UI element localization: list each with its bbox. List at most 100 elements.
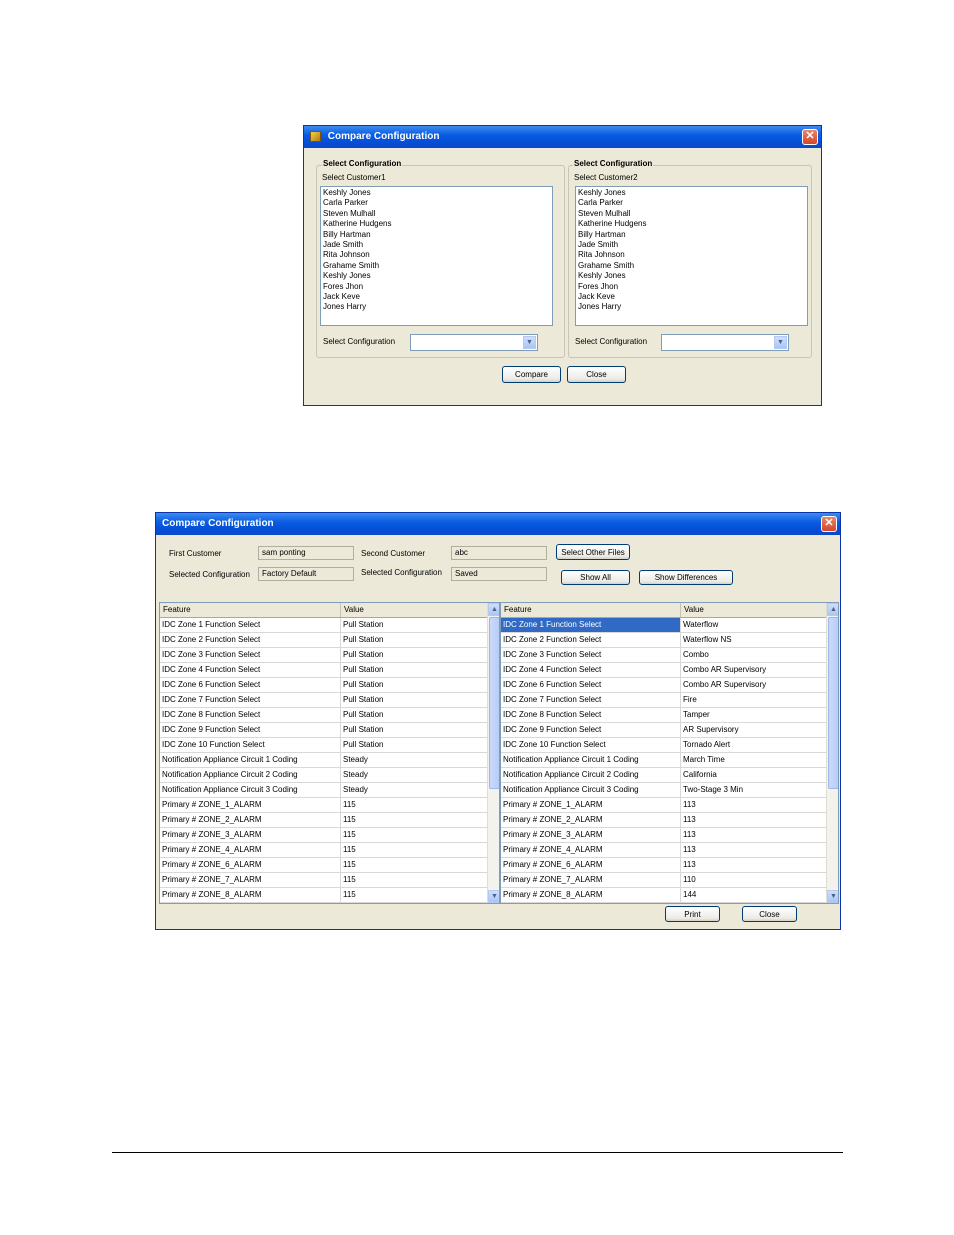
- customer-list-item[interactable]: Keshly Jones: [321, 188, 552, 198]
- table-row[interactable]: Primary # ZONE_4_ALARM 113: [501, 843, 827, 858]
- table-row[interactable]: Primary # ZONE_3_ALARM 115: [160, 828, 488, 843]
- chevron-down-icon[interactable]: ▼: [774, 336, 787, 349]
- customer-list-item[interactable]: Jade Smith: [576, 240, 807, 250]
- table-row[interactable]: IDC Zone 6 Function Select Pull Station: [160, 678, 488, 693]
- customer-list-item[interactable]: Fores Jhon: [576, 282, 807, 292]
- customer-list-item[interactable]: Katherine Hudgens: [576, 219, 807, 229]
- table-row[interactable]: IDC Zone 1 Function Select Waterflow: [501, 618, 827, 633]
- scroll-down-icon[interactable]: ▼: [827, 890, 838, 903]
- table-row[interactable]: Primary # ZONE_3_ALARM 113: [501, 828, 827, 843]
- table-row[interactable]: Primary # ZONE_7_ALARM 115: [160, 873, 488, 888]
- table-row[interactable]: Primary # ZONE_6_ALARM 115: [160, 858, 488, 873]
- table-row[interactable]: Notification Appliance Circuit 3 Coding S…: [160, 783, 488, 798]
- print-button[interactable]: Print: [665, 906, 720, 922]
- table-row[interactable]: IDC Zone 4 Function Select Pull Station: [160, 663, 488, 678]
- table-row[interactable]: IDC Zone 3 Function Select Combo: [501, 648, 827, 663]
- right-grid-scrollbar[interactable]: ▲ ▼: [826, 603, 838, 903]
- customer2-listbox[interactable]: Keshly Jones Carla Parker Steven Mulhall Ka…: [575, 186, 808, 326]
- value-cell: California: [681, 768, 827, 782]
- customer-list-item[interactable]: Jones Harry: [321, 302, 552, 312]
- customer-list-item[interactable]: Rita Johnson: [321, 250, 552, 260]
- dialog1-titlebar[interactable]: Compare Configuration ✕: [304, 126, 821, 148]
- left-config-combo[interactable]: ▼: [410, 334, 538, 351]
- select-other-files-button[interactable]: Select Other Files: [556, 544, 630, 560]
- customer-list-item[interactable]: Grahame Smith: [321, 261, 552, 271]
- scroll-up-icon[interactable]: ▲: [827, 603, 838, 616]
- table-row[interactable]: IDC Zone 3 Function Select Pull Station: [160, 648, 488, 663]
- close-button[interactable]: Close: [742, 906, 797, 922]
- right-config-grid[interactable]: Feature Value IDC Zone 1 Function Select…: [500, 602, 839, 904]
- customer-list-item[interactable]: Jack Keve: [576, 292, 807, 302]
- customer-list-item[interactable]: Billy Hartman: [576, 230, 807, 240]
- table-row[interactable]: Notification Appliance Circuit 2 Coding C…: [501, 768, 827, 783]
- selected-config-field-2: Saved: [451, 567, 547, 581]
- customer-list-item[interactable]: Steven Mulhall: [321, 209, 552, 219]
- dialog2-close-icon[interactable]: ✕: [821, 516, 837, 532]
- customer-list-item[interactable]: Carla Parker: [321, 198, 552, 208]
- scroll-thumb[interactable]: [489, 617, 499, 789]
- table-row[interactable]: Notification Appliance Circuit 3 Coding T…: [501, 783, 827, 798]
- table-row[interactable]: IDC Zone 8 Function Select Tamper: [501, 708, 827, 723]
- left-config-grid[interactable]: Feature Value IDC Zone 1 Function Select…: [159, 602, 500, 904]
- table-row[interactable]: IDC Zone 7 Function Select Fire: [501, 693, 827, 708]
- table-row[interactable]: IDC Zone 7 Function Select Pull Station: [160, 693, 488, 708]
- customer-list-item[interactable]: Grahame Smith: [576, 261, 807, 271]
- scroll-down-icon[interactable]: ▼: [488, 890, 499, 903]
- feature-column-header[interactable]: Feature: [501, 603, 681, 617]
- feature-cell: IDC Zone 8 Function Select: [160, 708, 341, 722]
- table-row[interactable]: IDC Zone 10 Function Select Tornado Alert: [501, 738, 827, 753]
- table-row[interactable]: IDC Zone 8 Function Select Pull Station: [160, 708, 488, 723]
- table-row[interactable]: IDC Zone 6 Function Select Combo AR Super…: [501, 678, 827, 693]
- customer-list-item[interactable]: Keshly Jones: [576, 188, 807, 198]
- table-row[interactable]: Primary # ZONE_6_ALARM 113: [501, 858, 827, 873]
- close-button[interactable]: Close: [567, 366, 626, 383]
- table-row[interactable]: Primary # ZONE_1_ALARM 115: [160, 798, 488, 813]
- table-row[interactable]: IDC Zone 2 Function Select Pull Station: [160, 633, 488, 648]
- table-row[interactable]: Notification Appliance Circuit 1 Coding S…: [160, 753, 488, 768]
- table-row[interactable]: Primary # ZONE_7_ALARM 110: [501, 873, 827, 888]
- scroll-up-icon[interactable]: ▲: [488, 603, 499, 616]
- customer-list-item[interactable]: Katherine Hudgens: [321, 219, 552, 229]
- scroll-thumb[interactable]: [828, 617, 838, 789]
- customer1-listbox[interactable]: Keshly Jones Carla Parker Steven Mulhall Ka…: [320, 186, 553, 326]
- table-row[interactable]: IDC Zone 9 Function Select Pull Station: [160, 723, 488, 738]
- feature-cell: Primary # ZONE_8_ALARM: [160, 888, 341, 902]
- customer-list-item[interactable]: Jade Smith: [321, 240, 552, 250]
- value-cell: Two-Stage 3 Min: [681, 783, 827, 797]
- compare-button[interactable]: Compare: [502, 366, 561, 383]
- customer-list-item[interactable]: Steven Mulhall: [576, 209, 807, 219]
- table-row[interactable]: IDC Zone 4 Function Select Combo AR Super…: [501, 663, 827, 678]
- customer-list-item[interactable]: Billy Hartman: [321, 230, 552, 240]
- table-row[interactable]: Notification Appliance Circuit 1 Coding M…: [501, 753, 827, 768]
- table-row[interactable]: Primary # ZONE_2_ALARM 113: [501, 813, 827, 828]
- feature-cell: Notification Appliance Circuit 2 Coding: [160, 768, 341, 782]
- dialog2-titlebar[interactable]: Compare Configuration ✕: [156, 513, 840, 535]
- table-row[interactable]: Primary # ZONE_8_ALARM 144: [501, 888, 827, 903]
- right-config-combo[interactable]: ▼: [661, 334, 789, 351]
- left-grid-scrollbar[interactable]: ▲ ▼: [487, 603, 499, 903]
- value-column-header[interactable]: Value: [681, 603, 827, 617]
- table-row[interactable]: Primary # ZONE_4_ALARM 115: [160, 843, 488, 858]
- chevron-down-icon[interactable]: ▼: [523, 336, 536, 349]
- table-row[interactable]: IDC Zone 10 Function Select Pull Station: [160, 738, 488, 753]
- value-column-header[interactable]: Value: [341, 603, 488, 617]
- feature-cell: IDC Zone 8 Function Select: [501, 708, 681, 722]
- show-all-button[interactable]: Show All: [561, 570, 630, 585]
- table-row[interactable]: Primary # ZONE_1_ALARM 113: [501, 798, 827, 813]
- table-row[interactable]: IDC Zone 2 Function Select Waterflow NS: [501, 633, 827, 648]
- feature-column-header[interactable]: Feature: [160, 603, 341, 617]
- table-row[interactable]: IDC Zone 9 Function Select AR Supervisory: [501, 723, 827, 738]
- customer-list-item[interactable]: Fores Jhon: [321, 282, 552, 292]
- customer-list-item[interactable]: Rita Johnson: [576, 250, 807, 260]
- show-differences-button[interactable]: Show Differences: [639, 570, 733, 585]
- table-row[interactable]: Notification Appliance Circuit 2 Coding S…: [160, 768, 488, 783]
- customer-list-item[interactable]: Jones Harry: [576, 302, 807, 312]
- table-row[interactable]: Primary # ZONE_8_ALARM 115: [160, 888, 488, 903]
- customer-list-item[interactable]: Carla Parker: [576, 198, 807, 208]
- customer-list-item[interactable]: Keshly Jones: [321, 271, 552, 281]
- table-row[interactable]: Primary # ZONE_2_ALARM 115: [160, 813, 488, 828]
- dialog1-close-icon[interactable]: ✕: [802, 129, 818, 145]
- table-row[interactable]: IDC Zone 1 Function Select Pull Station: [160, 618, 488, 633]
- customer-list-item[interactable]: Keshly Jones: [576, 271, 807, 281]
- customer-list-item[interactable]: Jack Keve: [321, 292, 552, 302]
